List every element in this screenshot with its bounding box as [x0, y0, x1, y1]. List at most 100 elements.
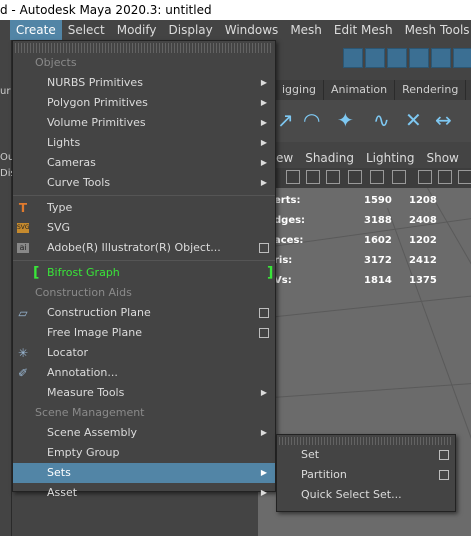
- submenu-arrow-icon: ▶: [260, 158, 267, 167]
- submenu-arrow-icon: ▶: [260, 428, 267, 437]
- menu-item-cameras[interactable]: Cameras ▶: [13, 153, 275, 173]
- menu-item-illustrator-object[interactable]: ai Adobe(R) Illustrator(R) Object...: [13, 238, 275, 258]
- menu-item-sets[interactable]: Sets ▶: [13, 463, 275, 483]
- menu-item-bifrost-graph[interactable]: [ Bifrost Graph ]: [13, 263, 275, 283]
- viewport-menu-lighting[interactable]: Lighting: [360, 148, 421, 168]
- menu-mesh-tools[interactable]: Mesh Tools: [399, 20, 471, 40]
- submenu-arrow-icon: ▶: [260, 78, 267, 87]
- image-plane-icon[interactable]: [326, 170, 340, 184]
- menu-edit-mesh[interactable]: Edit Mesh: [328, 20, 399, 40]
- hud-value: 1375: [409, 274, 437, 286]
- illustrator-icon: ai: [17, 243, 29, 253]
- menu-item-svg[interactable]: SVG SVG: [13, 218, 275, 238]
- shelf-icons: ↗ ◠ ✦ ∿ ✕ ↔: [275, 100, 471, 142]
- menu-item-quick-select-set[interactable]: Quick Select Set...: [277, 485, 455, 505]
- menu-item-partition[interactable]: Partition: [277, 465, 455, 485]
- option-box-icon[interactable]: [439, 450, 449, 460]
- option-box-icon[interactable]: [439, 470, 449, 480]
- poly-count-hud: erts: 1590 1208 dges: 3188 2408 aces: 16…: [274, 190, 454, 290]
- hud-value: 1814: [364, 274, 392, 286]
- grid-icon[interactable]: [418, 170, 432, 184]
- menu-modify[interactable]: Modify: [111, 20, 163, 40]
- menu-item-type[interactable]: T Type: [13, 198, 275, 218]
- menu-item-label: SVG: [47, 221, 71, 234]
- shelf-tool-icon[interactable]: ✦: [337, 108, 354, 132]
- section-construction-aids: Construction Aids: [35, 286, 132, 299]
- snap-live-icon[interactable]: [453, 48, 471, 68]
- snap-point-icon[interactable]: [387, 48, 407, 68]
- menu-item-lights[interactable]: Lights ▶: [13, 133, 275, 153]
- menu-item-scene-assembly[interactable]: Scene Assembly ▶: [13, 423, 275, 443]
- hud-value: 3188: [364, 214, 392, 226]
- menu-tear-off-handle[interactable]: [15, 43, 273, 53]
- hud-row: aces: 1602 1202: [274, 230, 454, 250]
- snap-surface-icon[interactable]: [409, 48, 429, 68]
- menu-item-label: Bifrost Graph: [47, 266, 120, 279]
- camera-icon[interactable]: [286, 170, 300, 184]
- option-box-icon[interactable]: [259, 308, 269, 318]
- shelf-tool-icon[interactable]: ↔: [435, 108, 452, 132]
- menu-item-locator[interactable]: ✳ Locator: [13, 343, 275, 363]
- menu-item-volume-primitives[interactable]: Volume Primitives ▶: [13, 113, 275, 133]
- menu-select[interactable]: Select: [62, 20, 111, 40]
- shelf-tool-icon[interactable]: ∿: [373, 108, 390, 132]
- menu-item-measure-tools[interactable]: Measure Tools ▶: [13, 383, 275, 403]
- wireframe-icon[interactable]: [392, 170, 406, 184]
- grid-line: [258, 286, 471, 319]
- menu-windows[interactable]: Windows: [219, 20, 285, 40]
- shelf-tool-icon[interactable]: ↗: [277, 108, 294, 132]
- menu-item-curve-tools[interactable]: Curve Tools ▶: [13, 173, 275, 193]
- isolate-icon[interactable]: [370, 170, 384, 184]
- shelf-tool-icon[interactable]: ◠: [303, 108, 320, 132]
- hud-label: Vs:: [274, 274, 292, 286]
- hud-row: Vs: 1814 1375: [274, 270, 454, 290]
- shelf-tab-animation[interactable]: Animation: [324, 80, 396, 100]
- hud-label: dges:: [274, 214, 306, 226]
- menu-item-asset[interactable]: Asset ▶: [13, 483, 275, 503]
- hud-label: ris:: [274, 254, 293, 266]
- snap-grid-icon[interactable]: [343, 48, 363, 68]
- bifrost-right-bracket-icon: ]: [267, 265, 274, 281]
- menu-item-free-image-plane[interactable]: Free Image Plane: [13, 323, 275, 343]
- menu-item-annotation[interactable]: ✐ Annotation...: [13, 363, 275, 383]
- menu-item-nurbs-primitives[interactable]: NURBS Primitives ▶: [13, 73, 275, 93]
- menu-item-label: Type: [47, 201, 73, 214]
- menubar-fragment[interactable]: [0, 20, 10, 40]
- shelf-tool-icon[interactable]: ✕: [405, 108, 422, 132]
- bookmark-icon[interactable]: [306, 170, 320, 184]
- menu-create[interactable]: Create: [9, 20, 62, 40]
- menu-display[interactable]: Display: [163, 20, 219, 40]
- shelf-tab-rendering[interactable]: Rendering: [395, 80, 467, 100]
- hud-value: 2408: [409, 214, 437, 226]
- textured-icon[interactable]: [458, 170, 471, 184]
- viewport-menu-shading[interactable]: Shading: [299, 148, 360, 168]
- camera-attr-icon[interactable]: [348, 170, 362, 184]
- submenu-arrow-icon: ▶: [260, 388, 267, 397]
- snap-curve-icon[interactable]: [365, 48, 385, 68]
- hud-value: 1202: [409, 234, 437, 246]
- menu-item-polygon-primitives[interactable]: Polygon Primitives ▶: [13, 93, 275, 113]
- viewport-menu-show[interactable]: Show: [420, 148, 464, 168]
- option-box-icon[interactable]: [259, 243, 269, 253]
- menu-mesh[interactable]: Mesh: [284, 20, 328, 40]
- menu-item-construction-plane[interactable]: ▱ Construction Plane: [13, 303, 275, 323]
- viewport-toolbar: [270, 168, 471, 188]
- menu-item-empty-group[interactable]: Empty Group: [13, 443, 275, 463]
- menu-item-label: Asset: [47, 486, 78, 499]
- menu-tear-off-handle[interactable]: [279, 437, 453, 445]
- smooth-shade-icon[interactable]: [438, 170, 452, 184]
- menu-item-label: Lights: [47, 136, 81, 149]
- sets-submenu: Set Partition Quick Select Set...: [276, 434, 456, 512]
- menu-item-set[interactable]: Set: [277, 445, 455, 465]
- menu-item-label: Measure Tools: [47, 386, 125, 399]
- grid-line: [258, 377, 471, 399]
- submenu-arrow-icon: ▶: [260, 98, 267, 107]
- type-icon: T: [18, 201, 28, 215]
- shelf-tab-rigging[interactable]: igging: [275, 80, 325, 100]
- snap-view-icon[interactable]: [431, 48, 451, 68]
- menu-item-label: Locator: [47, 346, 89, 359]
- viewport-menu-renderer[interactable]: R: [465, 148, 471, 168]
- menu-item-label: Annotation...: [47, 366, 118, 379]
- shelf-tabs: igging Animation Rendering: [275, 80, 471, 100]
- option-box-icon[interactable]: [259, 328, 269, 338]
